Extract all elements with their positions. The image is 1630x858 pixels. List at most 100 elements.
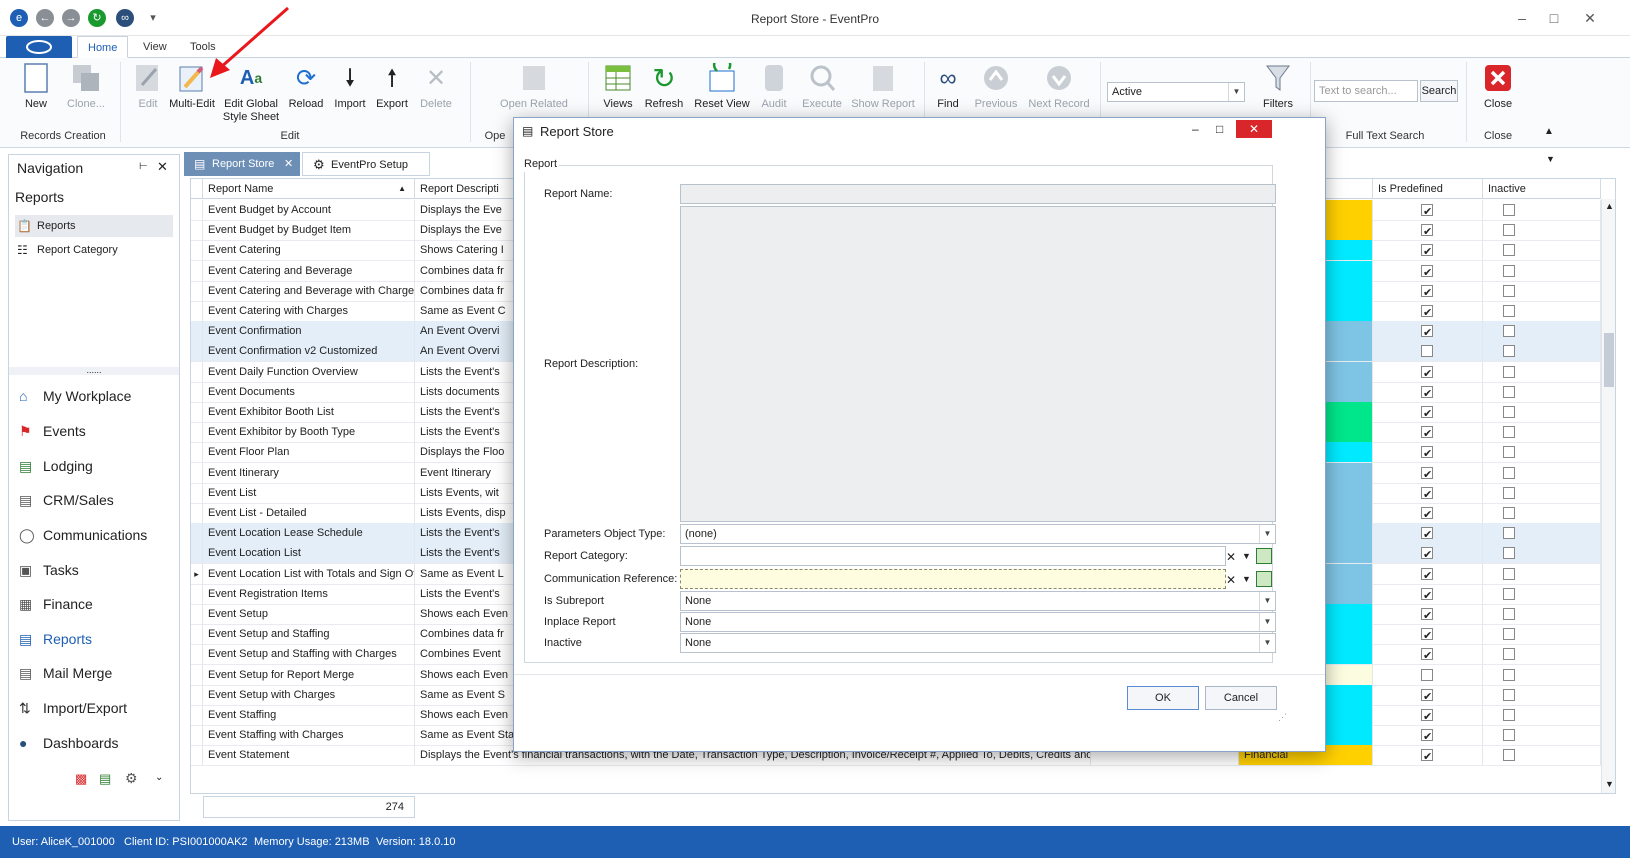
tab-list-dropdown-icon[interactable]: ▼ bbox=[1546, 154, 1555, 164]
inactive-checkbox[interactable] bbox=[1503, 688, 1515, 701]
open-related-button[interactable]: Open Related bbox=[494, 62, 574, 111]
is-predefined-checkbox[interactable] bbox=[1421, 222, 1433, 240]
ok-button[interactable]: OK bbox=[1127, 686, 1199, 710]
inactive-checkbox[interactable] bbox=[1503, 749, 1515, 762]
nav-item-crm-sales[interactable]: ▤ CRM/Sales bbox=[17, 485, 177, 515]
is-predefined-checkbox[interactable] bbox=[1421, 505, 1433, 523]
inactive-checkbox[interactable] bbox=[1503, 668, 1515, 681]
nav-item-events[interactable]: ⚑ Events bbox=[17, 416, 177, 446]
graph-icon[interactable]: ▤ bbox=[99, 771, 111, 787]
is-subreport-select[interactable]: None ▼ bbox=[680, 591, 1276, 611]
is-predefined-checkbox[interactable] bbox=[1421, 202, 1433, 220]
is-predefined-checkbox[interactable] bbox=[1421, 626, 1433, 644]
nav-item-finance[interactable]: ▦ Finance bbox=[17, 589, 177, 619]
lookup-icon[interactable] bbox=[1256, 548, 1272, 564]
resize-grip-icon[interactable]: ⋰ bbox=[1278, 712, 1287, 723]
is-predefined-checkbox[interactable] bbox=[1421, 606, 1433, 624]
nav-subitem-report-category[interactable]: ☷ Report Category bbox=[15, 239, 173, 261]
nav-item-my-workplace[interactable]: ⌂ My Workplace bbox=[17, 381, 177, 411]
maximize-button[interactable]: □ bbox=[1216, 122, 1223, 136]
inactive-checkbox[interactable] bbox=[1503, 446, 1515, 459]
inactive-checkbox[interactable] bbox=[1503, 587, 1515, 600]
inactive-select[interactable]: None ▼ bbox=[680, 633, 1276, 653]
inactive-checkbox[interactable] bbox=[1503, 244, 1515, 257]
lookup-icon[interactable] bbox=[1256, 571, 1272, 587]
is-predefined-checkbox[interactable] bbox=[1421, 242, 1433, 260]
reset-view-button[interactable]: Reset View bbox=[692, 62, 752, 111]
inactive-checkbox[interactable] bbox=[1503, 628, 1515, 641]
maximize-button[interactable]: □ bbox=[1540, 8, 1568, 28]
tab-home[interactable]: Home bbox=[77, 36, 129, 58]
chevron-down-icon[interactable]: ▼ bbox=[1242, 574, 1251, 584]
is-predefined-checkbox[interactable] bbox=[1421, 668, 1433, 681]
is-predefined-checkbox[interactable] bbox=[1421, 465, 1433, 483]
scroll-up-icon[interactable]: ▲ bbox=[1605, 201, 1614, 211]
nav-item-mail-merge[interactable]: ▤ Mail Merge bbox=[17, 658, 177, 688]
nav-item-lodging[interactable]: ▤ Lodging bbox=[17, 451, 177, 481]
chevron-down-icon[interactable]: ▼ bbox=[1259, 592, 1275, 610]
is-predefined-checkbox[interactable] bbox=[1421, 323, 1433, 341]
report-category-field[interactable] bbox=[680, 546, 1226, 566]
close-tab-icon[interactable]: ✕ bbox=[284, 152, 293, 176]
splitter-handle[interactable]: ...... bbox=[9, 366, 179, 375]
is-predefined-checkbox[interactable] bbox=[1421, 545, 1433, 563]
chart-icon[interactable]: ▩ bbox=[75, 771, 87, 787]
refresh-button[interactable]: ↻ Refresh bbox=[636, 62, 692, 111]
previous-button[interactable]: Previous bbox=[968, 62, 1024, 111]
clear-icon[interactable]: ✕ bbox=[1226, 573, 1236, 587]
filters-button[interactable]: Filters bbox=[1250, 62, 1306, 111]
status-filter-select[interactable]: Active ▼ bbox=[1107, 82, 1245, 102]
vertical-scrollbar[interactable]: ▲ ▼ bbox=[1601, 199, 1615, 793]
inactive-checkbox[interactable] bbox=[1503, 325, 1515, 338]
inactive-checkbox[interactable] bbox=[1503, 567, 1515, 580]
nav-item-import-export[interactable]: ⇅ Import/Export bbox=[17, 693, 177, 723]
chevron-down-icon[interactable]: ▼ bbox=[1259, 634, 1275, 652]
is-predefined-checkbox[interactable] bbox=[1421, 303, 1433, 321]
is-predefined-checkbox[interactable] bbox=[1421, 364, 1433, 382]
communication-reference-field[interactable] bbox=[680, 569, 1226, 589]
collapse-ribbon-icon[interactable]: ▲ bbox=[1544, 126, 1554, 137]
is-predefined-checkbox[interactable] bbox=[1421, 727, 1433, 745]
tab-eventpro-setup[interactable]: ⚙ EventPro Setup bbox=[302, 152, 430, 176]
nav-item-tasks[interactable]: ▣ Tasks bbox=[17, 555, 177, 585]
parameters-object-type-select[interactable]: (none) ▼ bbox=[680, 524, 1276, 544]
is-predefined-checkbox[interactable] bbox=[1421, 424, 1433, 442]
chevron-down-icon[interactable]: ▼ bbox=[1228, 83, 1244, 101]
close-window-button[interactable]: ✕ bbox=[1576, 8, 1604, 28]
column-header-is-predefined[interactable]: Is Predefined bbox=[1373, 179, 1483, 199]
inactive-checkbox[interactable] bbox=[1503, 426, 1515, 439]
inactive-checkbox[interactable] bbox=[1503, 527, 1515, 540]
clone-button[interactable]: Clone... bbox=[56, 62, 116, 111]
is-predefined-checkbox[interactable] bbox=[1421, 384, 1433, 402]
clear-icon[interactable]: ✕ bbox=[1226, 550, 1236, 564]
inactive-checkbox[interactable] bbox=[1503, 729, 1515, 742]
inactive-checkbox[interactable] bbox=[1503, 345, 1515, 358]
inactive-checkbox[interactable] bbox=[1503, 608, 1515, 620]
cancel-button[interactable]: Cancel bbox=[1205, 686, 1277, 710]
minimize-button[interactable]: – bbox=[1192, 122, 1199, 136]
report-name-field[interactable] bbox=[680, 184, 1276, 204]
is-predefined-checkbox[interactable] bbox=[1421, 283, 1433, 301]
is-predefined-checkbox[interactable] bbox=[1421, 687, 1433, 705]
is-predefined-checkbox[interactable] bbox=[1421, 707, 1433, 725]
inplace-report-select[interactable]: None ▼ bbox=[680, 612, 1276, 632]
search-input[interactable]: Text to search... bbox=[1314, 80, 1418, 102]
pin-icon[interactable]: ⊢ bbox=[139, 161, 148, 172]
inactive-checkbox[interactable] bbox=[1503, 204, 1515, 216]
next-record-button[interactable]: Next Record bbox=[1024, 62, 1094, 111]
close-dialog-button[interactable]: ✕ bbox=[1236, 120, 1272, 138]
column-header-inactive[interactable]: Inactive bbox=[1483, 179, 1601, 199]
chevron-down-icon[interactable]: ▼ bbox=[1242, 551, 1251, 561]
chevron-down-icon[interactable]: ⌄ bbox=[155, 772, 163, 783]
nav-subitem-reports[interactable]: 📋 Reports bbox=[15, 215, 173, 237]
tab-view[interactable]: View bbox=[133, 36, 177, 58]
chevron-down-icon[interactable]: ▼ bbox=[1259, 613, 1275, 631]
inactive-checkbox[interactable] bbox=[1503, 547, 1515, 560]
is-predefined-checkbox[interactable] bbox=[1421, 444, 1433, 462]
is-predefined-checkbox[interactable] bbox=[1421, 646, 1433, 664]
close-button[interactable]: Close bbox=[1470, 62, 1526, 111]
is-predefined-checkbox[interactable] bbox=[1421, 566, 1433, 584]
is-predefined-checkbox[interactable] bbox=[1421, 263, 1433, 281]
is-predefined-checkbox[interactable] bbox=[1421, 747, 1433, 765]
inactive-checkbox[interactable] bbox=[1503, 486, 1515, 499]
